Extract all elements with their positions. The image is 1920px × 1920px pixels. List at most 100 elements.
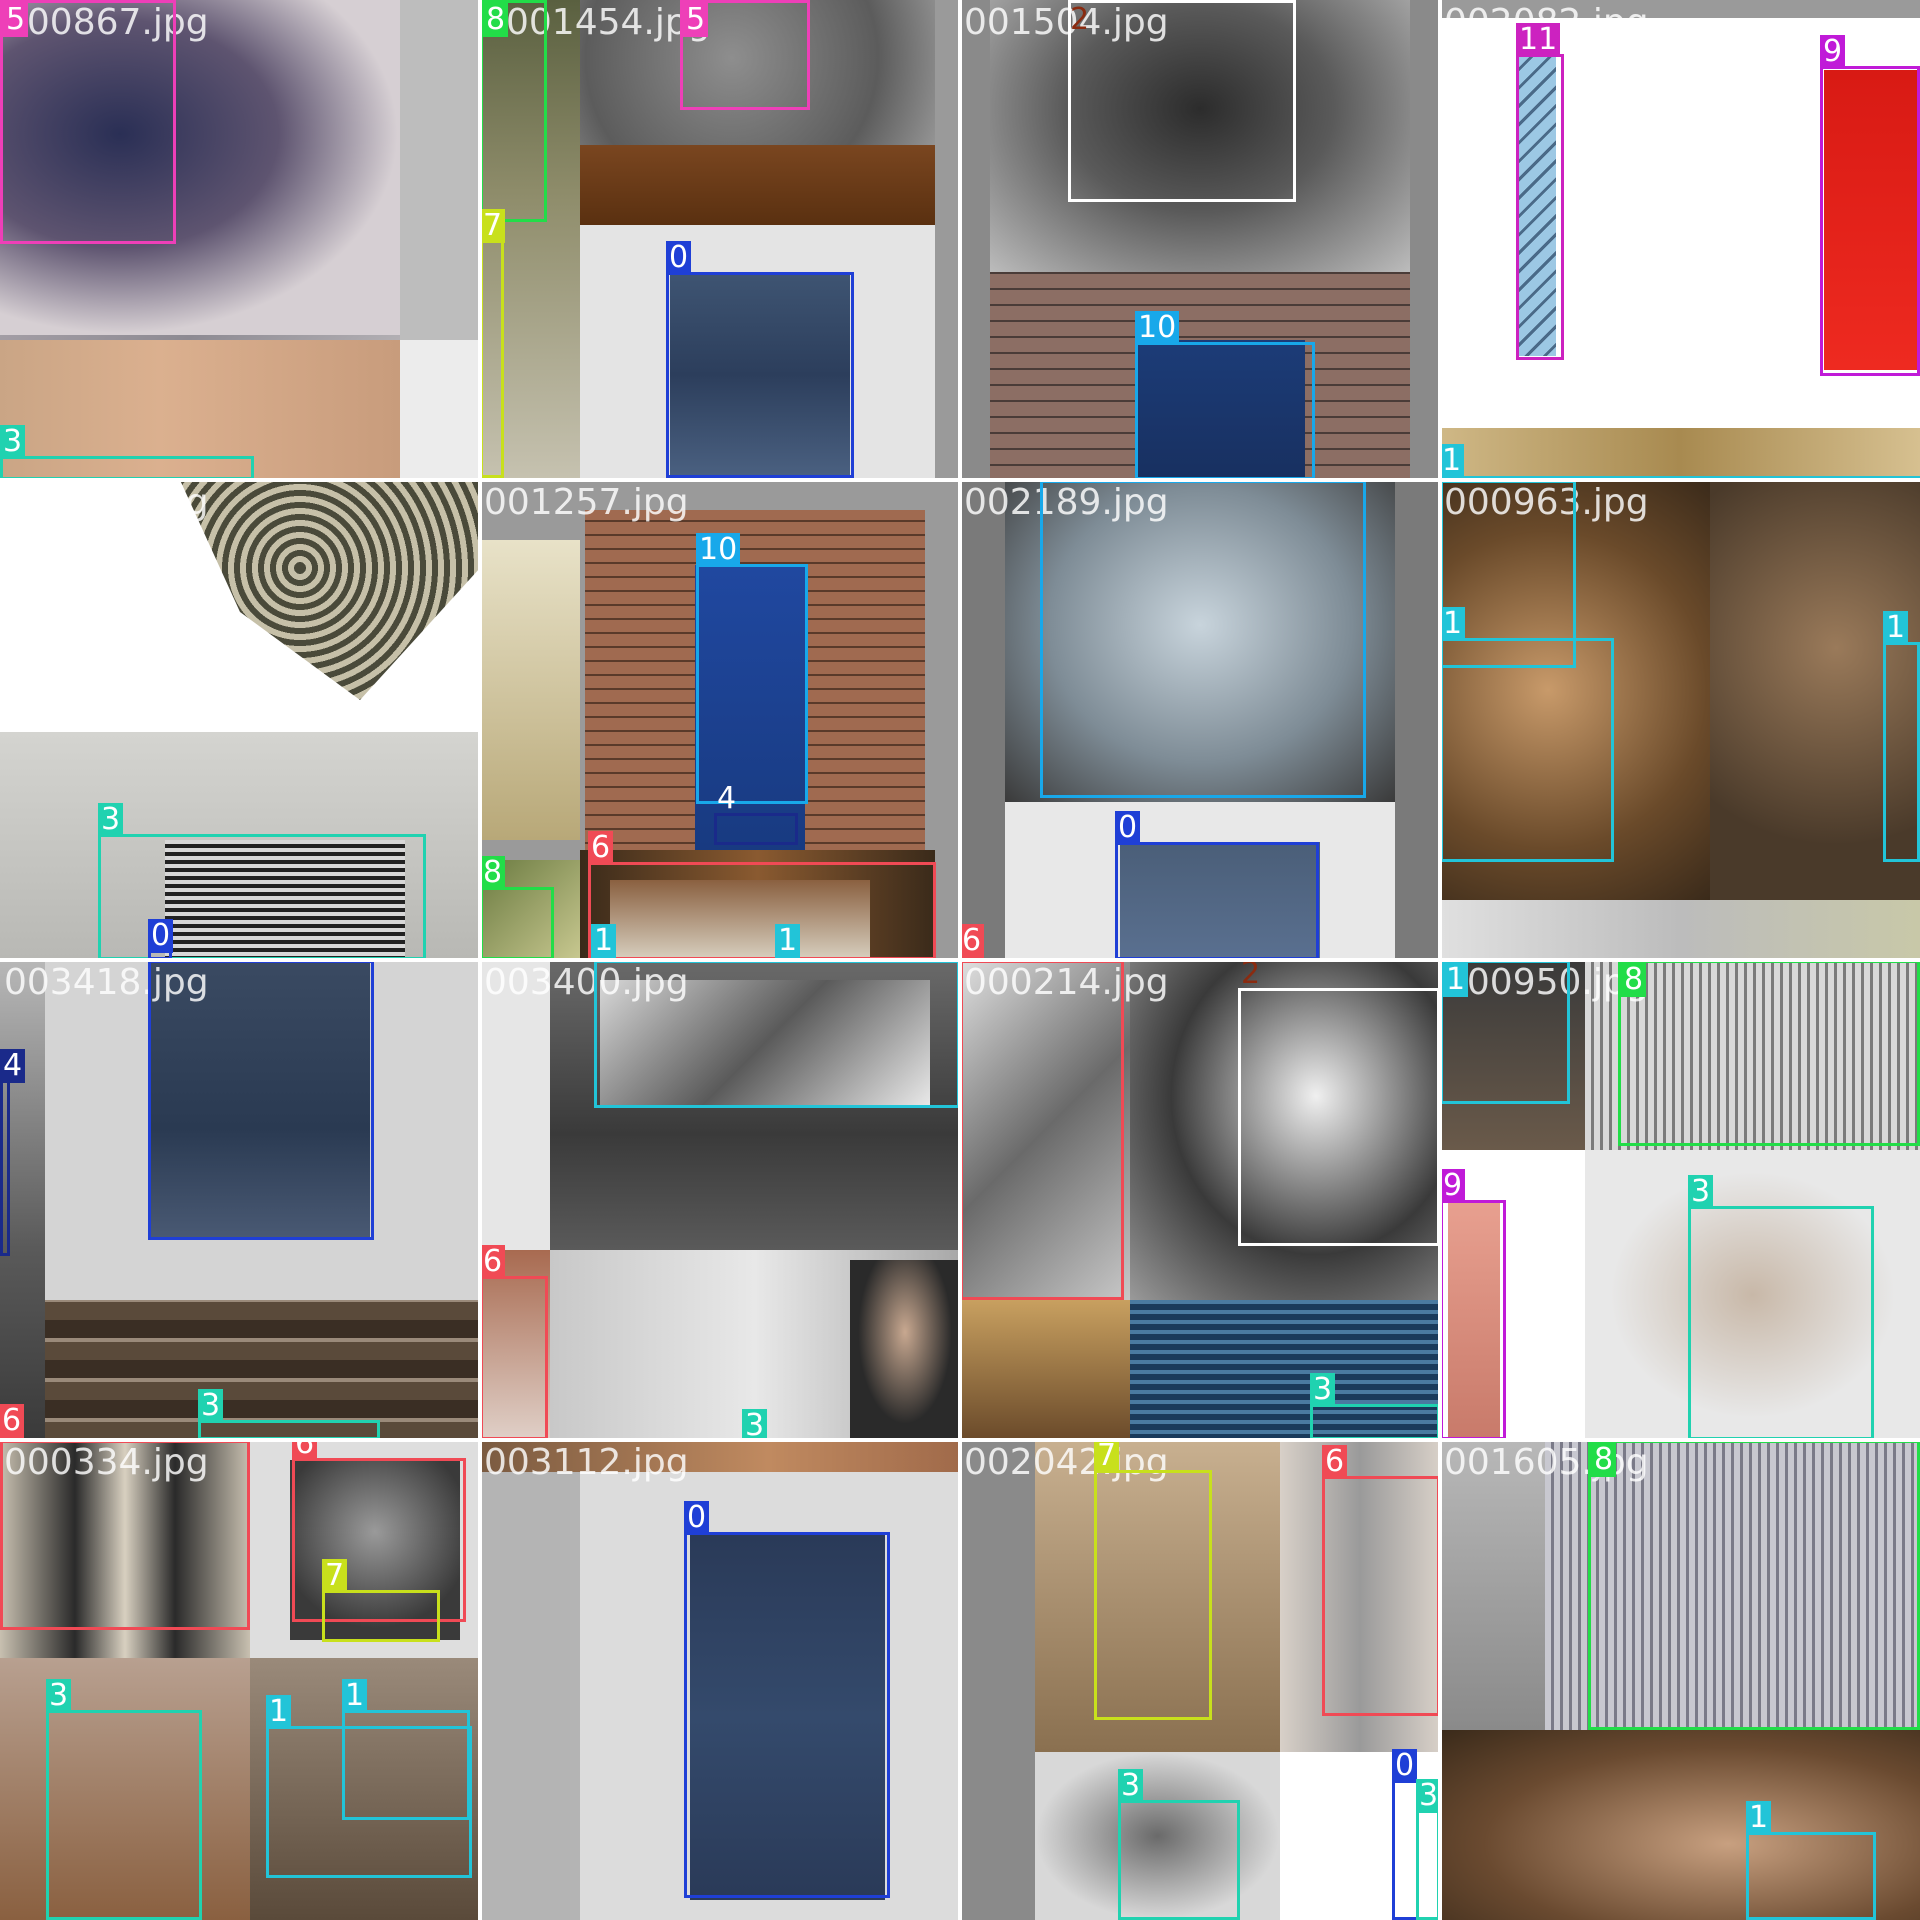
class-label: 6 (588, 831, 614, 865)
class-label: 6 (292, 1440, 318, 1461)
photo-gray-left (1440, 1440, 1545, 1730)
class-label: 11 (1516, 23, 1561, 57)
filename-label: 003240.jpg (4, 482, 209, 523)
tile-003400: 003400.jpg 6 3 (480, 960, 960, 1440)
grid-divider (0, 1438, 1920, 1442)
class-label: 4 (717, 781, 737, 816)
class-label: 5 (3, 3, 29, 37)
detection-box: 3 (198, 1389, 380, 1440)
detection-box: 8 (1588, 1440, 1920, 1730)
detection-box: 9 (1440, 1169, 1506, 1440)
photo-white-panel (400, 340, 480, 480)
tile-003112: 003112.jpg 0 (480, 1440, 960, 1920)
class-label: 6 (1322, 1445, 1348, 1479)
class-label: 1 (1443, 963, 1469, 997)
detection-box: 1 (1440, 960, 1570, 1104)
detection-box: 10 (696, 533, 808, 804)
detection-box: 1 (1440, 607, 1614, 862)
photo-bottom-strip (1440, 428, 1920, 480)
detection-box: 5 (0, 0, 176, 244)
detection-box: 6 (588, 831, 936, 960)
detection-box: 8 (480, 0, 547, 222)
tile-001605: 001605.jpg 8 1 (1440, 1440, 1920, 1920)
class-label: 0 (684, 1501, 710, 1535)
detection-box: 0 (666, 241, 854, 478)
detection-box: 0 (1115, 811, 1319, 960)
tile-000334: 000334.jpg 6 7 3 1 1 (0, 1440, 480, 1920)
detection-box: 3 (1310, 1373, 1440, 1440)
class-label: 8 (483, 3, 509, 37)
photo-smiling-woman (850, 1260, 960, 1440)
photo-gray-edge (935, 0, 960, 480)
detection-box: 2 (1068, 0, 1296, 202)
detection-box: 5 (680, 0, 810, 110)
class-label: 8 (1621, 963, 1647, 997)
detection-box (594, 960, 960, 1108)
detection-box: 11 (1516, 23, 1564, 360)
detection-box: 0 (684, 1501, 890, 1898)
detection-box: 6 (1322, 1445, 1440, 1716)
class-label: 1 (342, 1679, 368, 1713)
class-label: 3 (742, 1409, 768, 1440)
detection-box: 1 (1746, 1801, 1876, 1920)
class-label: 9 (1440, 1169, 1466, 1203)
class-label: 2 (1241, 960, 1261, 991)
class-label: 3 (198, 1389, 224, 1423)
detection-box: 3 (0, 425, 254, 480)
detection-box: 3 (1416, 1779, 1440, 1920)
class-label: 3 (1416, 1779, 1440, 1813)
grid-divider (0, 958, 1920, 962)
filename-label: 001257.jpg (484, 482, 689, 523)
class-label: 10 (1135, 311, 1180, 345)
tile-001504: 001504.jpg 2 10 (960, 0, 1440, 480)
class-label: 6 (960, 924, 985, 958)
class-label: 1 (591, 924, 617, 958)
photo-left-gray (480, 1472, 580, 1920)
grid-divider (0, 478, 1920, 482)
photo-gray-panel (400, 0, 480, 340)
class-label: 1 (1746, 1801, 1772, 1835)
detection-mosaic: 000867.jpg 5 3 001454.jpg 8 5 7 0 001504… (0, 0, 1920, 1920)
tile-001257: 001257.jpg 10 4 8 6 1 1 (480, 480, 960, 960)
detection-box: 10 (1135, 311, 1315, 480)
tile-002082: 002082.jpg 11 9 1 (1440, 0, 1920, 480)
detection-box: 3 (1118, 1769, 1240, 1920)
class-label: 0 (1392, 1749, 1418, 1783)
detection-box: 1 (342, 1679, 470, 1820)
detection-box: 7 (1094, 1440, 1212, 1720)
photo-wood-planks (45, 1300, 480, 1440)
class-label: 0 (148, 919, 174, 953)
class-label: 7 (480, 209, 506, 243)
class-label: 3 (1310, 1373, 1336, 1407)
detection-box: 3 (1688, 1175, 1874, 1440)
detection-box: 7 (480, 209, 506, 478)
class-label: 1 (1883, 611, 1909, 645)
tile-000950: 000950.jpg 1 8 9 3 (1440, 960, 1920, 1440)
detection-box: 3 (46, 1679, 202, 1920)
detection-box (0, 1440, 250, 1630)
class-label: 4 (0, 1049, 26, 1083)
detection-box: 4 (0, 1049, 26, 1256)
class-label: 3 (1118, 1769, 1144, 1803)
class-label: 10 (696, 533, 741, 567)
photo-street (960, 1300, 1130, 1440)
class-label: 8 (480, 856, 506, 890)
detection-box: 9 (1820, 35, 1920, 376)
class-label: 5 (683, 3, 709, 37)
photo-paisley-strip (480, 540, 580, 840)
class-label: 0 (666, 241, 692, 275)
class-label: 1 (1440, 607, 1466, 641)
tile-000214: 000214.jpg 2 3 (960, 960, 1440, 1440)
tile-001454: 001454.jpg 8 5 7 0 (480, 0, 960, 480)
class-label: 1 (1440, 444, 1465, 478)
photo-bottom-strip (1440, 900, 1920, 960)
tile-002042: 002042.jpg 7 6 3 0 3 (960, 1440, 1440, 1920)
detection-box: 1 (1883, 611, 1920, 862)
class-label: 1 (266, 1695, 292, 1729)
detection-box: 7 (322, 1559, 440, 1642)
class-label: 3 (98, 803, 124, 837)
tile-002189: 002189.jpg 10 0 6 (960, 480, 1440, 960)
detection-box: 8 (480, 856, 554, 960)
class-label: 6 (480, 1245, 506, 1279)
detection-box: 10 (1040, 480, 1366, 798)
